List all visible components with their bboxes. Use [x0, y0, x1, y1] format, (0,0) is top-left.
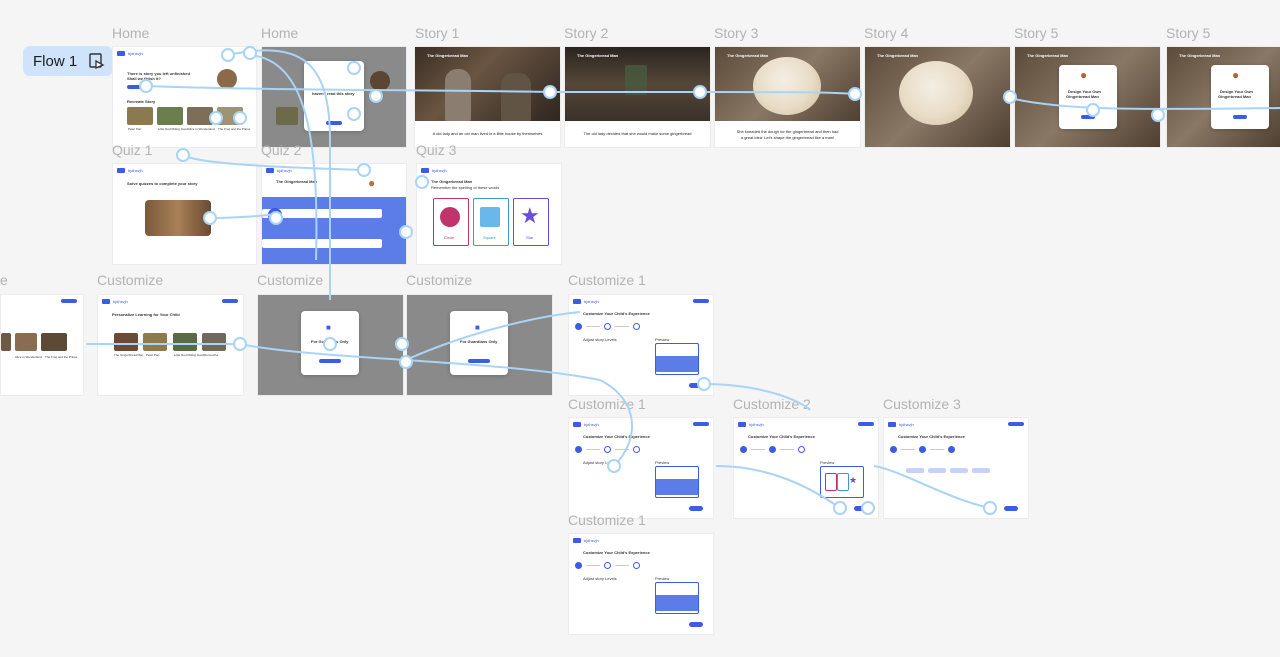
flow-connectors [85, 46, 1280, 515]
design-canvas: Flow 1 Home Home Story 1 Story 2 Story 3… [0, 0, 1280, 657]
